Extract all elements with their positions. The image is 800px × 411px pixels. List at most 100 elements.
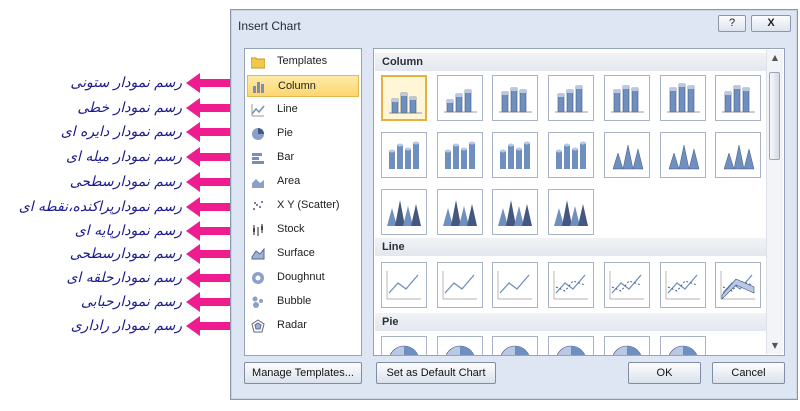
- pie-subtype-thumb[interactable]: [381, 336, 427, 355]
- vertical-scrollbar[interactable]: ▲ ▼: [766, 50, 783, 354]
- nav-item-bar[interactable]: Bar: [247, 147, 359, 169]
- nav-item-bubble[interactable]: Bubble: [247, 291, 359, 313]
- pink-arrow-icon: [186, 172, 232, 192]
- pie-subtype-thumb[interactable]: [660, 336, 706, 355]
- nav-item-label: Stock: [277, 223, 305, 235]
- nav-item-radar[interactable]: Radar: [247, 315, 359, 337]
- help-button[interactable]: ?: [718, 15, 746, 32]
- nav-item-stock[interactable]: Stock: [247, 219, 359, 241]
- ok-button[interactable]: OK: [628, 362, 701, 384]
- line-subtype-thumb-icon: [720, 271, 755, 300]
- scroll-down-icon[interactable]: ▼: [767, 338, 783, 354]
- pie-subtype-thumb-icon: [556, 345, 586, 355]
- line-subtype-thumb-icon: [497, 271, 532, 300]
- nav-item-x-y-scatter[interactable]: X Y (Scatter): [247, 195, 359, 217]
- cancel-button[interactable]: Cancel: [712, 362, 785, 384]
- pie-subtype-thumb-icon: [668, 345, 698, 355]
- pie-subtype-thumb-icon: [612, 345, 642, 355]
- column-subtype-thumb-icon: [723, 144, 755, 170]
- nav-item-surface[interactable]: Surface: [247, 243, 359, 265]
- pie-subtype-thumb-icon: [389, 345, 419, 355]
- line-subtype-thumb[interactable]: [548, 262, 594, 308]
- scatter-chart-icon: [251, 199, 265, 213]
- pie-subtype-thumb-icon: [445, 345, 475, 355]
- pink-arrow-icon: [186, 221, 232, 241]
- pie-subtype-thumb[interactable]: [604, 336, 650, 355]
- pie-subtype-thumb[interactable]: [548, 336, 594, 355]
- annotation-row: رسم نمودارسطحی: [0, 170, 232, 194]
- set-default-chart-button[interactable]: Set as Default Chart: [376, 362, 496, 384]
- nav-item-templates[interactable]: Templates: [247, 51, 359, 73]
- line-subtype-thumb[interactable]: [437, 262, 483, 308]
- nav-item-doughnut[interactable]: Doughnut: [247, 267, 359, 289]
- nav-item-label: Area: [277, 175, 301, 187]
- bar-chart-icon: [251, 151, 265, 165]
- scroll-thumb[interactable]: [769, 72, 780, 160]
- line-subtype-thumb-icon: [665, 271, 700, 300]
- nav-item-label: Bar: [277, 151, 295, 163]
- column-subtype-thumb[interactable]: [715, 132, 761, 178]
- nav-item-column[interactable]: Column: [247, 75, 359, 97]
- column-subtype-thumb[interactable]: [381, 189, 427, 235]
- nav-item-label: Bubble: [277, 295, 312, 307]
- radar-chart-icon: [251, 319, 265, 333]
- nav-item-pie[interactable]: Pie: [247, 123, 359, 145]
- surface-chart-icon: [251, 247, 265, 261]
- column-subtype-thumb-icon: [611, 85, 644, 113]
- nav-item-label: Column: [278, 80, 316, 92]
- column-subtype-thumb-icon: [444, 89, 477, 113]
- annotation-row: رسم نمودارسطحی: [0, 242, 232, 266]
- column-subtype-thumb[interactable]: [492, 189, 538, 235]
- column-subtype-thumb[interactable]: [381, 132, 427, 178]
- column-subtype-thumb[interactable]: [548, 189, 594, 235]
- column-chart-icon: [252, 80, 266, 94]
- column-subtype-thumb[interactable]: [604, 75, 650, 121]
- column-subtype-thumb-icon: [556, 141, 586, 169]
- column-subtype-thumb[interactable]: [437, 132, 483, 178]
- column-subtype-thumb[interactable]: [381, 75, 427, 121]
- nav-item-label: X Y (Scatter): [277, 199, 340, 211]
- scroll-up-icon[interactable]: ▲: [767, 50, 783, 66]
- insert-chart-dialog: Insert Chart ? X Templates Column Line Pie B…: [230, 9, 798, 400]
- line-subtype-thumb[interactable]: [715, 262, 761, 308]
- line-subtype-thumb-icon: [609, 271, 644, 300]
- annotation-text: رسم نمودار خطی: [77, 100, 182, 116]
- annotation-text: رسم نمودارپراکنده،نقطه ای: [18, 199, 182, 215]
- folder-icon: [250, 55, 266, 69]
- column-subtype-thumb[interactable]: [492, 132, 538, 178]
- column-subtype-thumb[interactable]: [437, 189, 483, 235]
- column-subtype-thumb-icon: [722, 85, 755, 113]
- line-subtype-thumb-icon: [386, 271, 421, 300]
- column-subtype-thumb[interactable]: [492, 75, 538, 121]
- nav-item-area[interactable]: Area: [247, 171, 359, 193]
- chart-subtype-gallery: Column Line Pie ▲ ▼: [373, 48, 785, 356]
- nav-item-label: Doughnut: [277, 271, 325, 283]
- column-subtype-thumb[interactable]: [437, 75, 483, 121]
- pie-subtype-thumb[interactable]: [437, 336, 483, 355]
- column-subtype-thumb[interactable]: [548, 75, 594, 121]
- column-subtype-thumb[interactable]: [660, 75, 706, 121]
- column-subtype-thumb[interactable]: [715, 75, 761, 121]
- column-subtype-thumb[interactable]: [604, 132, 650, 178]
- pink-arrow-icon: [186, 244, 232, 264]
- nav-item-label: Line: [277, 103, 298, 115]
- nav-item-line[interactable]: Line: [247, 99, 359, 121]
- pink-arrow-icon: [186, 268, 232, 288]
- pink-arrow-icon: [186, 316, 232, 336]
- nav-item-label: Pie: [277, 127, 293, 139]
- pie-subtype-thumb[interactable]: [492, 336, 538, 355]
- line-subtype-thumb[interactable]: [492, 262, 538, 308]
- line-subtype-thumb[interactable]: [604, 262, 650, 308]
- title-bar: Insert Chart ? X: [231, 10, 797, 42]
- pie-subtype-thumb-icon: [500, 345, 530, 355]
- manage-templates-button[interactable]: Manage Templates...: [244, 362, 362, 384]
- nav-item-label: Templates: [277, 55, 328, 67]
- close-button[interactable]: X: [751, 15, 791, 32]
- column-subtype-thumb[interactable]: [660, 132, 706, 178]
- line-subtype-thumb[interactable]: [660, 262, 706, 308]
- line-subtype-thumb[interactable]: [381, 262, 427, 308]
- annotation-row: رسم نمودارپراکنده،نقطه ای: [0, 195, 232, 219]
- annotation-text: رسم نمودارحبابی: [80, 294, 182, 310]
- column-subtype-thumb-icon: [387, 200, 421, 226]
- column-subtype-thumb[interactable]: [548, 132, 594, 178]
